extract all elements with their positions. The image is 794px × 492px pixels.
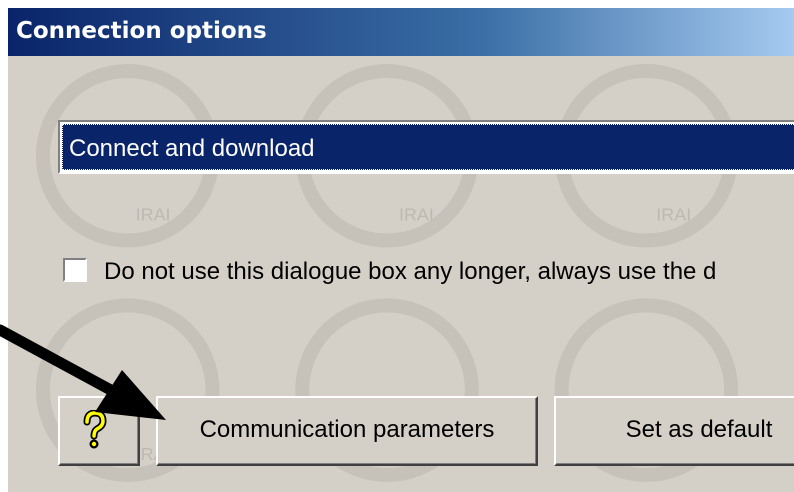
- combobox-selection: Connect and download: [62, 124, 794, 170]
- watermark-text: IRAI: [656, 205, 691, 225]
- screenshot-window: Connection options IRAI IRAI IRAI IRAI I…: [0, 0, 794, 492]
- connection-mode-combobox[interactable]: Connect and download: [58, 120, 794, 174]
- combobox-selected-value: Connect and download: [69, 135, 315, 162]
- dialog-title: Connection options: [16, 18, 267, 44]
- watermark-text: IRAI: [136, 205, 171, 225]
- connection-options-dialog: Connection options IRAI IRAI IRAI IRAI I…: [6, 6, 794, 492]
- question-mark-icon: [83, 410, 107, 449]
- do-not-use-dialog-label[interactable]: Do not use this dialogue box any longer,…: [104, 258, 716, 286]
- watermark-text: IRAI: [399, 205, 434, 225]
- set-as-default-button[interactable]: Set as default: [554, 396, 794, 466]
- title-bar[interactable]: Connection options: [8, 8, 794, 56]
- communication-parameters-button[interactable]: Communication parameters: [156, 396, 538, 466]
- do-not-use-dialog-checkbox[interactable]: [63, 258, 87, 282]
- help-button[interactable]: [58, 396, 140, 466]
